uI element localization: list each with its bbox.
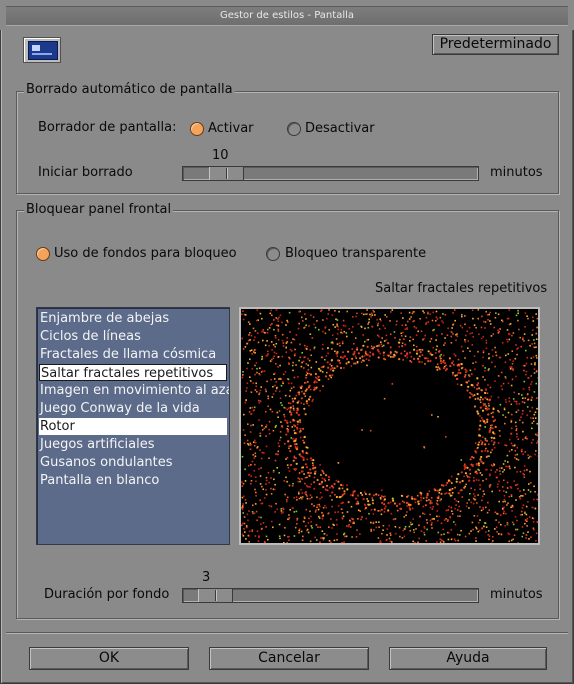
list-item[interactable]: Saltar fractales repetitivos [39, 364, 227, 381]
ok-button[interactable]: OK [29, 647, 189, 670]
radio-activate[interactable] [190, 122, 204, 136]
list-item[interactable]: Gusanos ondulantes [39, 454, 227, 471]
footer-separator [6, 632, 568, 634]
duration-slider-thumb[interactable] [198, 589, 233, 602]
monitor-screen [28, 41, 58, 60]
radio-use-backgrounds-label[interactable]: Uso de fondos para bloqueo [54, 246, 237, 261]
radio-transparent-lock[interactable] [266, 247, 280, 261]
list-item[interactable]: Imagen en movimiento al azar [39, 382, 229, 399]
cancel-button[interactable]: Cancelar [209, 647, 369, 670]
list-item[interactable]: Ciclos de líneas [39, 328, 227, 345]
list-item[interactable]: Pantalla en blanco [39, 472, 227, 489]
fractal-image [241, 309, 538, 543]
list-item[interactable]: Rotor [39, 418, 227, 435]
fractal-preview [239, 307, 540, 545]
radio-transparent-lock-label[interactable]: Bloqueo transparente [285, 246, 426, 261]
duration-slider-value: 3 [202, 570, 211, 585]
start-slider-thumb[interactable] [209, 167, 244, 180]
default-button[interactable]: Predeterminado [432, 34, 559, 55]
list-item[interactable]: Juego Conway de la vida [39, 400, 227, 417]
radio-deactivate-label[interactable]: Desactivar [305, 121, 375, 136]
start-unit-label: minutos [490, 165, 543, 180]
duration-label: Duración por fondo [44, 587, 170, 602]
window-title: Gestor de estilos - Pantalla [6, 6, 568, 26]
list-item[interactable]: Juegos artificiales [39, 436, 227, 453]
help-button[interactable]: Ayuda [389, 647, 547, 670]
autoblank-legend: Borrado automático de pantalla [24, 82, 235, 97]
monitor-icon [23, 37, 61, 63]
backgrounds-list[interactable]: Enjambre de abejas Ciclos de líneas Frac… [36, 307, 230, 545]
start-blank-label: Iniciar borrado [38, 165, 133, 180]
duration-slider[interactable] [182, 588, 479, 603]
title-bar[interactable]: Gestor de estilos - Pantalla [0, 0, 574, 30]
radio-use-backgrounds[interactable] [36, 247, 50, 261]
radio-deactivate[interactable] [287, 122, 301, 136]
list-item[interactable]: Fractales de llama cósmica [39, 346, 227, 363]
start-slider-value: 10 [212, 148, 229, 163]
radio-activate-label[interactable]: Activar [208, 121, 254, 136]
blanker-label: Borrador de pantalla: [38, 120, 177, 135]
list-item[interactable]: Enjambre de abejas [39, 310, 227, 327]
start-blank-slider[interactable] [182, 166, 479, 181]
duration-unit-label: minutos [490, 587, 543, 602]
lock-legend: Bloquear panel frontal [24, 202, 174, 217]
preview-title: Saltar fractales repetitivos [375, 281, 548, 296]
